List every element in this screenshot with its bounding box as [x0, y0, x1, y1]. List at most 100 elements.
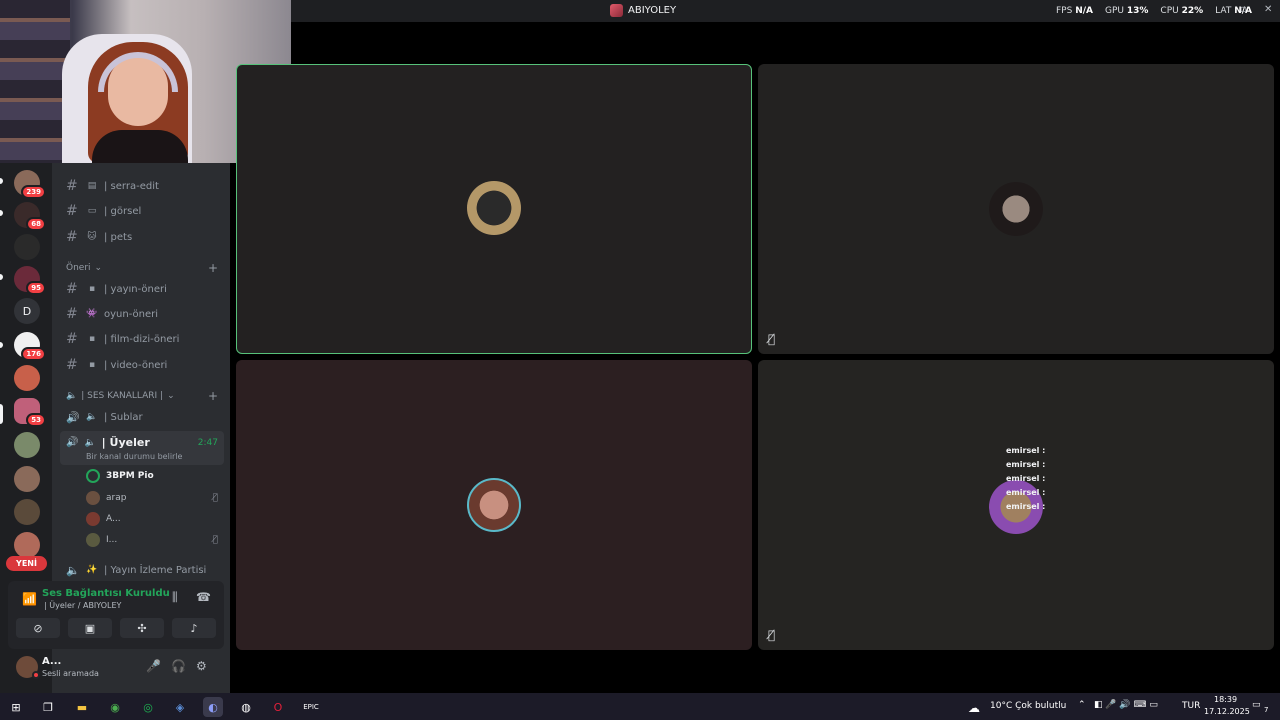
epic-games-icon[interactable]: EPIC — [301, 697, 321, 717]
clock-date[interactable]: 17.12.2025 — [1204, 707, 1250, 716]
chevron-up-icon[interactable]: ⌃ — [1078, 700, 1086, 710]
hash-icon: # — [66, 331, 78, 347]
server-icon[interactable]: 68 — [14, 202, 46, 231]
channel-emoji: ▭ — [87, 206, 97, 216]
avatar — [86, 491, 100, 505]
avatar — [86, 469, 100, 483]
app-title: ABIYOLEY — [610, 4, 676, 17]
username[interactable]: A... — [42, 656, 61, 667]
clock-time[interactable]: 18:39 — [1214, 695, 1237, 704]
server-icon[interactable]: 176 — [14, 332, 46, 361]
new-messages-pill[interactable]: YENİ — [6, 556, 47, 571]
channel-yayin-oneri[interactable]: # ▪ | yayın-öneri — [60, 278, 224, 300]
voice-connected-status[interactable]: Ses Bağlantısı Kuruldu — [42, 588, 170, 599]
channel-video-oneri[interactable]: # ▪ | video-öneri — [60, 354, 224, 376]
unread-pip — [0, 210, 3, 216]
voice-member[interactable]: arap 🎙̸ — [86, 489, 224, 507]
share-screen-button[interactable]: ▣ — [68, 618, 112, 638]
server-icon[interactable] — [14, 466, 40, 492]
channel-label: | pets — [104, 231, 133, 243]
hash-icon: # — [66, 203, 78, 219]
voice-channel-name: 🔊 🔈 | Üyeler — [66, 436, 150, 449]
start-button[interactable]: ⊞ — [6, 697, 26, 717]
windows-taskbar: ⊞ ❐ ▬ ◉ ◎ ◈ ◐ ◍ O EPIC ☁ 10°C Çok bulutl… — [0, 693, 1280, 720]
file-explorer-icon[interactable]: ▬ — [72, 697, 92, 717]
noise-suppression-icon[interactable]: ⫼ — [172, 590, 178, 605]
member-name: arap — [106, 493, 127, 503]
channel-pets[interactable]: # 🐱 | pets — [60, 226, 224, 248]
voice-channel-uyeler[interactable]: 🔊 🔈 | Üyeler 2:47 Bir kanal durumu belir… — [60, 431, 224, 465]
close-icon[interactable]: ✕ — [1264, 4, 1272, 15]
app-title-icon — [610, 4, 623, 17]
server-icon[interactable] — [14, 499, 40, 525]
signal-icon[interactable]: 📶 — [22, 592, 37, 606]
set-channel-status-link[interactable]: Bir kanal durumu belirle — [86, 452, 182, 461]
task-view-icon[interactable]: ❐ — [38, 697, 58, 717]
language-indicator[interactable]: TUR — [1182, 701, 1200, 711]
screen-share-icon: ▣ — [84, 621, 96, 635]
speaker-icon: 🔈 — [66, 391, 78, 401]
soundboard-icon: ♪ — [190, 621, 198, 635]
channel-label: | Yayın İzleme Partisi — [104, 564, 207, 576]
mic-muted-icon: 🎙̸ — [768, 628, 776, 642]
soundboard-button[interactable]: ♪ — [172, 618, 216, 638]
settings-gear-icon[interactable]: ⚙ — [196, 659, 207, 673]
spotify-icon[interactable]: ◎ — [138, 697, 158, 717]
disconnect-icon[interactable]: ☎ — [196, 590, 211, 604]
add-channel-button[interactable]: + — [208, 261, 218, 275]
chrome-icon[interactable]: ◉ — [105, 697, 125, 717]
microphone-button[interactable]: 🎤 — [146, 659, 161, 673]
server-icon[interactable] — [14, 365, 40, 391]
server-icon[interactable]: 53 — [14, 398, 46, 427]
voice-member[interactable]: A... — [86, 510, 224, 528]
mention-badge: 239 — [21, 185, 46, 199]
voice-tile[interactable] — [236, 360, 752, 650]
opera-icon[interactable]: O — [268, 697, 288, 717]
server-icon[interactable]: 95 — [14, 266, 46, 295]
chat-overlay-line: emirsel : — [1006, 474, 1046, 483]
chat-overlay-line: emirsel : — [1006, 446, 1046, 455]
channel-gorsel[interactable]: # ▭ | görsel — [60, 200, 224, 222]
obs-icon[interactable]: ◍ — [236, 697, 256, 717]
chat-overlay-line: emirsel : — [1006, 488, 1046, 497]
maximize-icon[interactable]: ▫ — [1240, 4, 1247, 15]
speaker-icon: 🔈 — [86, 412, 98, 422]
voice-member[interactable]: 3BPM Pio — [86, 467, 224, 485]
channel-film-dizi-oneri[interactable]: # ▪ | film-dizi-öneri — [60, 328, 224, 350]
category-oneri[interactable]: Öneri ⌄ — [66, 263, 226, 273]
channel-oyun-oneri[interactable]: # 👾 oyun-öneri — [60, 303, 224, 325]
tray-icons[interactable]: ◧ 🎤 🔊 ⌨ ▭ — [1094, 700, 1158, 710]
mic-muted-icon: 🎙̸ — [768, 332, 776, 346]
voice-member[interactable]: I... 🎙̸ — [86, 531, 224, 549]
server-icon[interactable]: D — [14, 298, 40, 324]
chat-overlay-line: emirsel : — [1006, 460, 1046, 469]
voice-tile-speaking[interactable] — [236, 64, 752, 354]
mention-badge: 95 — [26, 281, 46, 295]
streamer-shirt — [92, 130, 188, 163]
server-icon[interactable] — [14, 234, 40, 260]
voice-timer: 2:47 — [197, 438, 218, 448]
speaker-icon: 🔈 — [66, 563, 80, 577]
channel-emoji: 🐱 — [87, 232, 97, 242]
channel-serra-edit[interactable]: # ▤ | serra-edit — [60, 175, 224, 197]
notification-icon[interactable]: ▭ — [1252, 700, 1261, 710]
server-icon[interactable] — [14, 532, 40, 558]
headphones-button[interactable]: 🎧 — [171, 659, 186, 673]
channel-label: | Sublar — [104, 411, 143, 423]
category-ses-kanallari[interactable]: 🔈 | SES KANALLARI | ⌄ — [66, 391, 175, 401]
server-icon[interactable]: 239 — [14, 170, 46, 199]
avatar — [86, 533, 100, 547]
voice-channel-yayin-izleme[interactable]: 🔈 ✨ | Yayın İzleme Partisi — [60, 559, 224, 581]
voice-channel-path[interactable]: | Üyeler / ABIYOLEY — [44, 601, 121, 610]
weather-text[interactable]: 10°C Çok bulutlu — [990, 701, 1066, 711]
server-icon[interactable] — [14, 432, 40, 458]
member-name: 3BPM Pio — [106, 471, 154, 481]
voice-channel-sublar[interactable]: 🔊 🔈 | Sublar — [60, 406, 224, 428]
camera-off-button[interactable]: ⊘ — [16, 618, 60, 638]
activities-button[interactable]: ✣ — [120, 618, 164, 638]
voice-tile[interactable]: 🎙̸ — [758, 64, 1274, 354]
app-icon[interactable]: ◈ — [170, 697, 190, 717]
discord-icon[interactable]: ◐ — [203, 697, 223, 717]
add-voice-channel-button[interactable]: + — [208, 389, 218, 403]
gpu-stat: GPU 13% — [1104, 6, 1149, 16]
